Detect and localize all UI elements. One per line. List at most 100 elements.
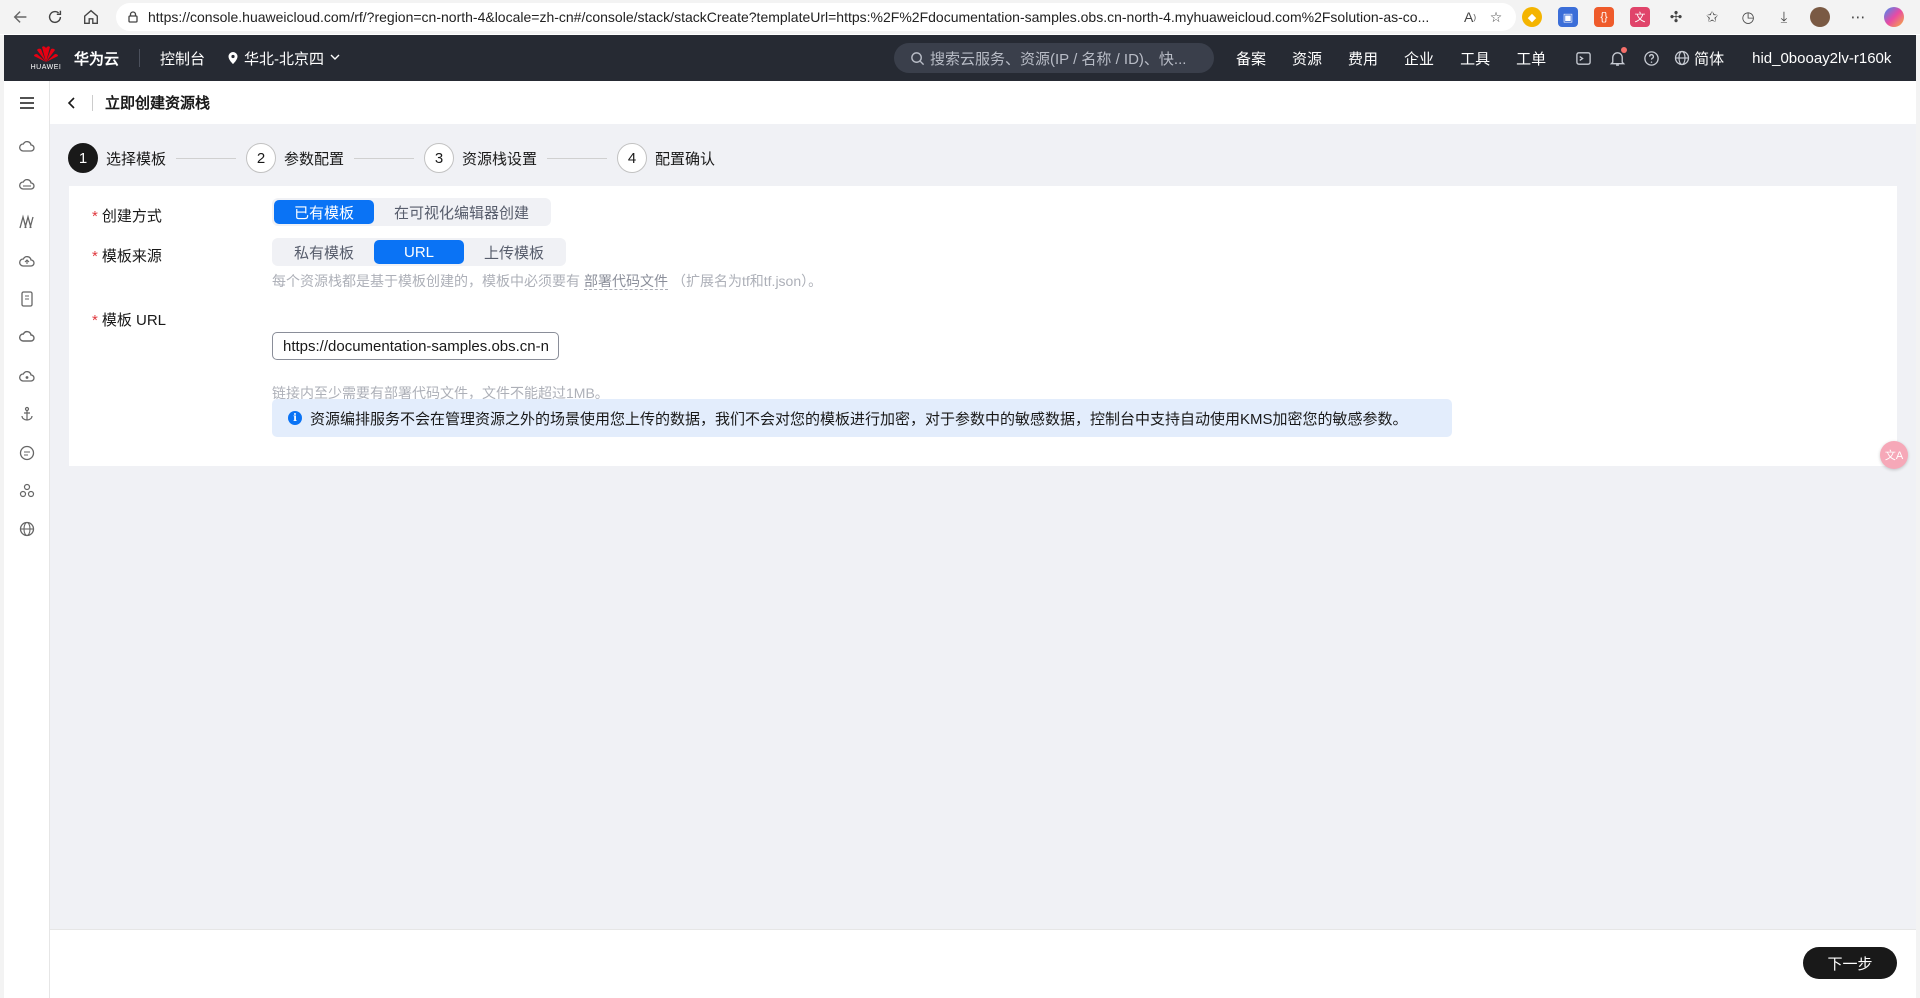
page-footer: 下一步	[50, 929, 1916, 998]
search-placeholder: 搜索云服务、资源(IP / 名称 / ID)、快...	[930, 50, 1187, 68]
notification-bell-icon[interactable]	[1606, 47, 1628, 69]
sidebar-cloud-icon-1[interactable]	[17, 136, 37, 156]
language-label: 简体	[1694, 50, 1725, 68]
top-link-tools[interactable]: 工具	[1460, 48, 1490, 69]
top-link-billing[interactable]: 费用	[1348, 48, 1378, 69]
extensions-icon[interactable]: ✣	[1666, 7, 1686, 27]
step-4-number: 4	[617, 143, 648, 173]
profile-avatar[interactable]	[1810, 7, 1830, 27]
top-link-tickets[interactable]: 工单	[1516, 48, 1546, 69]
template-url-input[interactable]	[272, 332, 559, 360]
required-asterisk: *	[92, 312, 98, 329]
favorites-icon[interactable]: ✩	[1702, 7, 1722, 27]
step-3-label: 资源栈设置	[462, 150, 538, 168]
step-1: 1 选择模板	[68, 143, 166, 173]
step-connector	[354, 157, 415, 159]
sidebar-anchor-icon[interactable]	[17, 404, 37, 424]
chevron-down-icon	[330, 52, 340, 64]
template-source-label: * 模板来源	[92, 248, 162, 265]
window-right-edge	[1916, 35, 1920, 998]
top-link-resources[interactable]: 资源	[1292, 48, 1322, 69]
notification-dot	[1621, 47, 1628, 53]
main-content: 立即创建资源栈 1 选择模板 2 参数配置 3 资源栈设置 4 配置确认 * 创建…	[50, 81, 1916, 998]
template-url-label: * 模板 URL	[92, 312, 167, 329]
address-bar[interactable]: https://console.huaweicloud.com/rf/?regi…	[116, 3, 1516, 31]
required-asterisk: *	[92, 208, 98, 225]
help-icon[interactable]	[1640, 47, 1662, 69]
template-source-url[interactable]: URL	[374, 240, 465, 264]
extension-shield-icon[interactable]: ◆	[1522, 7, 1542, 27]
sidebar-cluster-icon[interactable]	[17, 481, 37, 501]
step-connector	[547, 157, 608, 159]
read-aloud-icon[interactable]: A)	[1460, 8, 1480, 26]
step-connector	[176, 157, 237, 159]
step-2-number: 2	[246, 143, 277, 173]
step-4: 4 配置确认	[617, 143, 715, 173]
extension-translate-icon[interactable]: 文	[1630, 7, 1650, 27]
globe-icon	[1674, 50, 1690, 66]
huawei-logo[interactable]: HUAWEI	[28, 40, 64, 76]
sidebar-device-icon[interactable]	[17, 289, 37, 309]
more-menu-icon[interactable]: ⋯	[1848, 7, 1868, 27]
browser-home-icon[interactable]	[76, 2, 106, 32]
create-method-visual-editor[interactable]: 在可视化编辑器创建	[374, 200, 549, 224]
back-arrow-icon[interactable]	[62, 93, 82, 113]
cloud-shell-icon[interactable]	[1572, 47, 1594, 69]
top-link-enterprise[interactable]: 企业	[1404, 48, 1434, 69]
header-separator	[92, 94, 93, 111]
top-links: 备案 资源 费用 企业 工具 工单 简体 hid_0booay2lv-r160k	[1236, 35, 1891, 81]
copilot-icon[interactable]	[1884, 7, 1904, 27]
console-link[interactable]: 控制台	[160, 48, 205, 69]
sidebar-cloud-icon-3[interactable]	[17, 327, 37, 347]
location-pin-icon	[228, 52, 238, 64]
floating-translate-icon[interactable]: 文A	[1880, 441, 1908, 469]
step-indicator: 1 选择模板 2 参数配置 3 资源栈设置 4 配置确认	[68, 142, 715, 174]
template-source-hint: 每个资源栈都是基于模板创建的，模板中必须要有 部署代码文件 （扩展名为tf和tf.j…	[272, 273, 823, 290]
menu-hamburger-icon[interactable]	[17, 93, 37, 113]
info-notice: i 资源编排服务不会在管理资源之外的场景使用您上传的数据，我们不会对您的模板进行…	[272, 399, 1452, 437]
language-selector[interactable]: 简体	[1674, 48, 1724, 69]
history-icon[interactable]: ◷	[1738, 7, 1758, 27]
sidebar-cloud-icon-4[interactable]	[17, 366, 37, 386]
user-account[interactable]: hid_0booay2lv-r160k	[1752, 50, 1891, 67]
template-form-card: * 创建方式 已有模板 在可视化编辑器创建 * 模板来源 私有模板 URL 上传模板…	[69, 186, 1897, 466]
favorite-star-icon[interactable]: ☆	[1486, 8, 1506, 26]
step-4-label: 配置确认	[655, 150, 716, 168]
sidebar-chat-icon[interactable]	[17, 443, 37, 463]
create-method-existing-template[interactable]: 已有模板	[274, 200, 375, 224]
brand-name[interactable]: 华为云	[74, 48, 119, 69]
download-icon[interactable]: ⤓	[1774, 7, 1794, 27]
step-3: 3 资源栈设置	[424, 143, 537, 173]
create-method-selector: 已有模板 在可视化编辑器创建	[272, 198, 552, 226]
template-source-upload[interactable]: 上传模板	[464, 240, 564, 264]
step-1-number: 1	[68, 143, 98, 173]
deploy-code-file-link[interactable]: 部署代码文件	[584, 273, 668, 290]
sidebar-bridge-icon[interactable]	[17, 212, 37, 232]
service-sidebar	[4, 81, 50, 998]
template-source-private[interactable]: 私有模板	[274, 240, 374, 264]
console-top-nav: HUAWEI 华为云 控制台 华北-北京四 搜索云服务、资源(IP / 名称 /…	[4, 35, 1916, 81]
browser-back-icon[interactable]	[6, 2, 36, 32]
sidebar-cloud-icon-2[interactable]	[17, 174, 37, 194]
step-3-number: 3	[424, 143, 455, 173]
browser-reload-icon[interactable]	[40, 2, 70, 32]
region-selector[interactable]: 华北-北京四	[227, 48, 340, 69]
create-method-label: * 创建方式	[92, 208, 162, 225]
template-source-selector: 私有模板 URL 上传模板	[272, 238, 567, 266]
extension-code-icon[interactable]: {}	[1594, 7, 1614, 27]
extension-puzzle-icon[interactable]: ▣	[1558, 7, 1578, 27]
sidebar-cloud-up-icon[interactable]	[17, 251, 37, 271]
next-step-button[interactable]: 下一步	[1803, 947, 1897, 979]
global-search[interactable]: 搜索云服务、资源(IP / 名称 / ID)、快...	[894, 43, 1214, 73]
step-1-label: 选择模板	[106, 150, 167, 168]
info-icon: i	[288, 411, 302, 425]
huawei-flower-icon	[34, 46, 58, 62]
lock-icon	[128, 11, 138, 23]
browser-toolbar: https://console.huaweicloud.com/rf/?regi…	[0, 0, 1920, 34]
info-text: 资源编排服务不会在管理资源之外的场景使用您上传的数据，我们不会对您的模板进行加密…	[310, 410, 1408, 428]
top-link-beian[interactable]: 备案	[1236, 48, 1266, 69]
sidebar-globe-icon[interactable]	[17, 519, 37, 539]
region-label: 华北-北京四	[244, 50, 325, 68]
nav-separator	[139, 49, 141, 67]
step-2: 2 参数配置	[246, 143, 344, 173]
